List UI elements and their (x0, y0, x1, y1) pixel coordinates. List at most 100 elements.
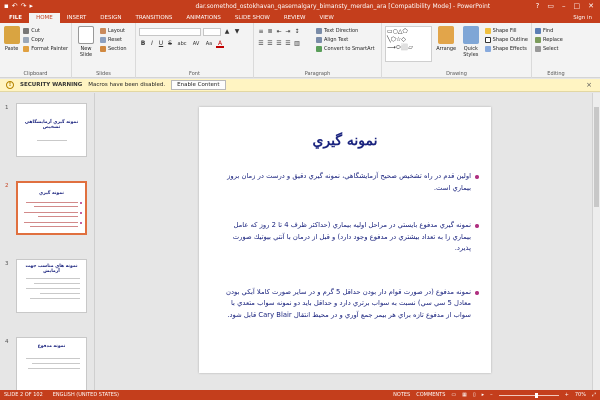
align-right-icon[interactable]: ☰ (275, 40, 283, 48)
thumbnail-number: 3 (5, 261, 9, 267)
convert-smartart-button[interactable]: Convert to SmartArt (316, 44, 375, 53)
slide-thumbnail-3[interactable]: نمونه هاي مناسب جهت آزمايش (16, 259, 87, 313)
security-warning-bar: ! SECURITY WARNING Macros have been disa… (0, 79, 600, 92)
present-icon[interactable]: ▸ (30, 2, 34, 10)
zoom-slider-handle[interactable] (534, 392, 538, 398)
slide-thumbnail-2[interactable]: نمونه گيري (16, 181, 87, 235)
decrease-indent-icon[interactable]: ⇤ (275, 28, 283, 36)
line-spacing-icon[interactable]: ↕ (293, 28, 301, 36)
font-size-combo[interactable] (203, 28, 221, 36)
bold-button[interactable]: B (139, 40, 147, 48)
save-icon[interactable]: ▪ (4, 2, 9, 10)
ribbon-display-button[interactable]: ▭ (547, 2, 554, 10)
character-spacing-button[interactable]: AV (190, 40, 202, 48)
strikethrough-button[interactable]: S (166, 40, 174, 48)
thumbnail-title: نمونه مدفوع (37, 344, 66, 349)
tab-design[interactable]: DESIGN (93, 13, 128, 23)
help-button[interactable]: ? (536, 2, 540, 10)
scrollbar-thumb[interactable] (594, 107, 599, 207)
align-center-icon[interactable]: ☰ (266, 40, 274, 48)
zoom-level[interactable]: 70% (575, 392, 586, 398)
thumbnail-line (24, 212, 78, 213)
change-case-button[interactable]: Aa (203, 40, 215, 48)
font-color-button[interactable]: A (216, 40, 224, 48)
close-icon[interactable]: × (586, 81, 592, 89)
slide-title[interactable]: نمونه گيري (199, 133, 491, 149)
thumbnail-bullet (80, 212, 82, 214)
reset-button[interactable]: Reset (100, 35, 127, 44)
redo-icon[interactable]: ↷ (21, 2, 27, 10)
section-button[interactable]: Section (100, 44, 127, 53)
current-slide[interactable]: نمونه گيري اولين قدم در راه تشخيص صحيح آ… (199, 107, 491, 373)
select-button[interactable]: Select (535, 44, 577, 53)
new-slide-button[interactable]: New Slide (75, 26, 97, 58)
slide-sorter-icon[interactable]: ▦ (462, 392, 467, 398)
align-text-button[interactable]: Align Text (316, 35, 375, 44)
underline-button[interactable]: U (157, 40, 165, 48)
layout-button[interactable]: Layout (100, 26, 127, 35)
quick-styles-icon (462, 26, 479, 44)
tab-slide-show[interactable]: SLIDE SHOW (228, 13, 277, 23)
thumbnail-line (40, 293, 80, 294)
slide-bullet-list[interactable]: اولين قدم در راه تشخيص صحيح آزمايشگاهي، … (217, 171, 479, 321)
cut-button[interactable]: Cut (23, 26, 68, 35)
tab-insert[interactable]: INSERT (60, 13, 93, 23)
copy-button[interactable]: Copy (23, 35, 68, 44)
language-indicator[interactable]: ENGLISH (UNITED STATES) (53, 392, 119, 398)
sign-in-link[interactable]: Sign in (573, 13, 600, 23)
tab-transitions[interactable]: TRANSITIONS (128, 13, 179, 23)
slide-thumbnail-1[interactable]: نمونه گيري آزمايشگاهي تشخيص (16, 103, 87, 157)
normal-view-icon[interactable]: ▭ (451, 392, 456, 398)
tab-file[interactable]: FILE (2, 13, 30, 23)
shadow-button[interactable]: abc (175, 40, 189, 48)
clipboard-group: Paste Cut Copy Format Painter Clipboard (0, 23, 72, 78)
italic-button[interactable]: I (148, 40, 156, 48)
format-painter-button[interactable]: Format Painter (23, 44, 68, 53)
tab-view[interactable]: VIEW (312, 13, 340, 23)
shape-outline-button[interactable]: Shape Outline (484, 35, 528, 44)
shrink-font-icon[interactable]: ▼ (233, 28, 241, 36)
zoom-slider[interactable] (498, 392, 559, 398)
maximize-button[interactable]: □ (574, 2, 581, 10)
close-button[interactable]: ✕ (588, 2, 594, 10)
find-button[interactable]: Find (535, 26, 577, 35)
arrange-button[interactable]: Arrange (435, 26, 457, 62)
zoom-out-icon[interactable]: – (490, 392, 493, 398)
quick-styles-button[interactable]: Quick Styles (460, 26, 482, 62)
undo-icon[interactable]: ↶ (12, 2, 18, 10)
editing-label: Editing (547, 71, 565, 77)
paste-button[interactable]: Paste (3, 26, 20, 53)
columns-icon[interactable]: ▥ (293, 40, 301, 48)
thumbnail-line (24, 222, 78, 223)
font-name-combo[interactable] (139, 28, 201, 36)
reading-view-icon[interactable]: ▯ (473, 392, 476, 398)
tab-animations[interactable]: ANIMATIONS (179, 13, 228, 23)
align-left-icon[interactable]: ☰ (257, 40, 265, 48)
quick-access-toolbar: ▪ ↶ ↷ ▸ (0, 2, 150, 10)
tab-home[interactable]: HOME (29, 13, 60, 23)
zoom-in-icon[interactable]: + (565, 392, 569, 398)
grow-font-icon[interactable]: ▲ (223, 28, 231, 36)
shapes-gallery[interactable]: ▭○△⬠ ╲⬡☆◇ ⟶⬭⬜▱ (385, 26, 433, 62)
minimize-button[interactable]: – (562, 2, 566, 10)
slide-thumbnail-4[interactable]: نمونه مدفوع (16, 337, 87, 390)
increase-indent-icon[interactable]: ⇥ (284, 28, 292, 36)
enable-content-button[interactable]: Enable Content (171, 80, 226, 90)
slides-group: New Slide Layout Reset Section Slides (72, 23, 136, 78)
replace-button[interactable]: Replace (535, 35, 577, 44)
comments-button[interactable]: COMMENTS (416, 392, 445, 398)
shape-fill-button[interactable]: Shape Fill (484, 26, 528, 35)
paragraph-group: ≡ ≣ ⇤ ⇥ ↕ ☰ ☰ ☰ ☰ ▥ Text Direction Align… (254, 23, 382, 78)
slide-editing-canvas: نمونه گيري اولين قدم در راه تشخيص صحيح آ… (96, 93, 600, 390)
text-direction-button[interactable]: Text Direction (316, 26, 375, 35)
scissors-icon (23, 27, 30, 34)
vertical-scrollbar[interactable] (592, 93, 600, 390)
justify-icon[interactable]: ☰ (284, 40, 292, 48)
numbering-icon[interactable]: ≣ (266, 28, 274, 36)
fit-slide-icon[interactable]: ⤢ (592, 392, 596, 398)
slideshow-icon[interactable]: ▸ (482, 392, 485, 398)
tab-review[interactable]: REVIEW (277, 13, 313, 23)
notes-button[interactable]: NOTES (393, 392, 410, 398)
bullets-icon[interactable]: ≡ (257, 28, 265, 36)
shape-effects-button[interactable]: Shape Effects (484, 44, 528, 53)
